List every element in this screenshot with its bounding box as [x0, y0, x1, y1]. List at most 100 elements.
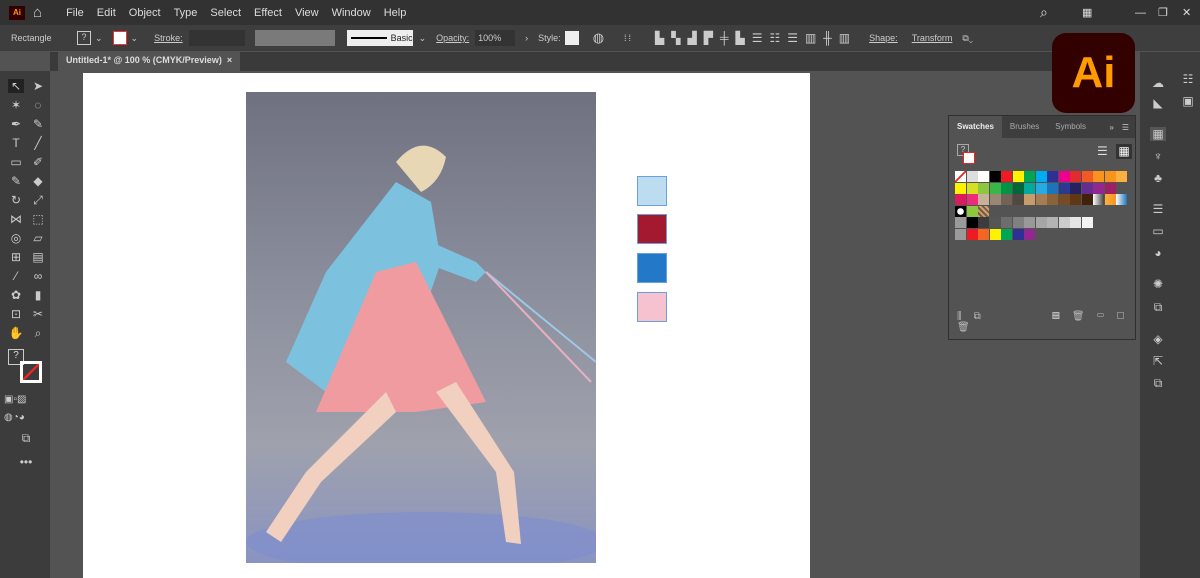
- swatch[interactable]: [1001, 217, 1012, 228]
- swatch[interactable]: [966, 217, 978, 228]
- swatch[interactable]: [1081, 182, 1093, 194]
- opacity-label[interactable]: Opacity:: [436, 33, 469, 43]
- appearance-panel-icon[interactable]: ✺: [1150, 277, 1166, 291]
- swatch[interactable]: [1093, 171, 1104, 182]
- swatch[interactable]: [1001, 228, 1012, 240]
- swatch[interactable]: [1081, 217, 1093, 228]
- slice-tool-icon[interactable]: ✂: [30, 307, 46, 321]
- swatch[interactable]: [978, 182, 989, 194]
- swatch[interactable]: [955, 205, 966, 217]
- blend-tool-icon[interactable]: ∞: [30, 269, 46, 283]
- swatch-rect-crimson[interactable]: [637, 214, 667, 244]
- panel-menu-icon[interactable]: ☰: [1122, 123, 1129, 132]
- swatch-rect-light-blue[interactable]: [637, 176, 667, 206]
- shape-builder-icon[interactable]: ◎: [8, 231, 24, 245]
- pen-tool-icon[interactable]: ✒: [8, 117, 24, 131]
- swatch[interactable]: [966, 205, 978, 217]
- scale-tool-icon[interactable]: ⤢: [30, 193, 46, 207]
- swatch[interactable]: [989, 217, 1001, 228]
- selection-tool-icon[interactable]: ↖: [8, 79, 24, 93]
- stroke-label[interactable]: Stroke:: [154, 33, 183, 43]
- swatch[interactable]: [1047, 217, 1058, 228]
- swatch[interactable]: [1035, 171, 1047, 182]
- asset-export-icon[interactable]: ⇱: [1150, 354, 1166, 368]
- swatch[interactable]: [989, 194, 1001, 205]
- swatch[interactable]: [1047, 171, 1058, 182]
- screen-mode-icon[interactable]: ⧉: [18, 431, 34, 445]
- menu-type[interactable]: Type: [174, 7, 198, 19]
- swatch[interactable]: [1093, 194, 1104, 205]
- menu-view[interactable]: View: [295, 7, 319, 19]
- swatch[interactable]: [1093, 182, 1104, 194]
- swatch[interactable]: [1070, 171, 1081, 182]
- swatch[interactable]: [1058, 171, 1070, 182]
- gradient-tool-icon[interactable]: ▤: [30, 250, 46, 264]
- swatch[interactable]: [1012, 194, 1024, 205]
- rotate-tool-icon[interactable]: ↻: [8, 193, 24, 207]
- swatch[interactable]: [955, 194, 966, 205]
- swatch[interactable]: [1012, 217, 1024, 228]
- brush-definition[interactable]: Basic: [346, 30, 413, 46]
- swatch[interactable]: [1081, 194, 1093, 205]
- symbol-sprayer-icon[interactable]: ✿: [8, 288, 24, 302]
- swatch[interactable]: [978, 205, 989, 217]
- mesh-tool-icon[interactable]: ⊞: [8, 250, 24, 264]
- more-tools-icon[interactable]: •••: [18, 455, 34, 469]
- search-icon[interactable]: ⌕: [1040, 4, 1048, 21]
- swatch[interactable]: [966, 171, 978, 182]
- swatch[interactable]: [1024, 182, 1035, 194]
- swatch[interactable]: [955, 182, 966, 194]
- menu-window[interactable]: Window: [332, 7, 371, 19]
- collapse-icon[interactable]: »: [1109, 123, 1113, 132]
- recolor-icon[interactable]: ◍: [593, 30, 604, 46]
- rectangle-tool-icon[interactable]: ▭: [8, 155, 24, 169]
- swatch[interactable]: [989, 228, 1001, 240]
- fill-dropdown-icon[interactable]: ⌄: [95, 33, 103, 44]
- artboard-tool-icon[interactable]: ⊡: [8, 307, 24, 321]
- eraser-icon[interactable]: ◆: [30, 174, 46, 188]
- swatch[interactable]: [1012, 182, 1024, 194]
- swatch[interactable]: [989, 182, 1001, 194]
- swatch[interactable]: [966, 182, 978, 194]
- swatch[interactable]: [1116, 171, 1127, 182]
- menu-effect[interactable]: Effect: [254, 7, 282, 19]
- menu-file[interactable]: File: [66, 7, 84, 19]
- document-tab[interactable]: Untitled-1* @ 100 % (CMYK/Preview) ×: [58, 52, 241, 71]
- swatch[interactable]: [1001, 194, 1012, 205]
- swatch[interactable]: [1070, 194, 1081, 205]
- stroke-panel-icon[interactable]: ☰: [1150, 202, 1166, 216]
- stroke-indicator[interactable]: [963, 152, 975, 164]
- tab-swatches[interactable]: Swatches: [949, 116, 1002, 138]
- swatch[interactable]: [1024, 217, 1035, 228]
- swatch-group-folder-icon[interactable]: [955, 228, 966, 240]
- swatch-rect-pink[interactable]: [637, 292, 667, 322]
- swatch[interactable]: [978, 171, 989, 182]
- stroke-swatch[interactable]: [112, 31, 127, 45]
- swatch[interactable]: [1047, 182, 1058, 194]
- fashion-photo[interactable]: [246, 92, 596, 563]
- swatch[interactable]: [1104, 182, 1116, 194]
- close-window-icon[interactable]: ✕: [1182, 6, 1191, 19]
- list-view-icon[interactable]: ☰: [1097, 144, 1113, 159]
- panel-footer-icons[interactable]: ⫼⧉ ▤🗑▭▢🗑: [957, 311, 1137, 333]
- shape-label[interactable]: Shape:: [869, 33, 898, 43]
- swatch[interactable]: [1047, 194, 1058, 205]
- grid-view-icon[interactable]: ▦: [1116, 144, 1132, 159]
- graph-tool-icon[interactable]: ▮: [30, 288, 46, 302]
- swatch[interactable]: [1012, 171, 1024, 182]
- graphic-styles-icon[interactable]: ⧉: [1150, 300, 1166, 314]
- libraries-icon[interactable]: ▣: [1180, 94, 1196, 108]
- width-tool-icon[interactable]: ⋈: [8, 212, 24, 226]
- gradient-panel-icon[interactable]: ▭: [1150, 224, 1166, 238]
- close-tab-icon[interactable]: ×: [227, 55, 232, 65]
- swatch[interactable]: [978, 228, 989, 240]
- fill-swatch[interactable]: ?: [77, 31, 91, 45]
- swatch[interactable]: [1024, 228, 1035, 240]
- swatch[interactable]: [966, 194, 978, 205]
- swatch[interactable]: [1104, 194, 1116, 205]
- magic-wand-icon[interactable]: ✶: [8, 98, 24, 112]
- swatch[interactable]: [1035, 217, 1047, 228]
- swatch[interactable]: [955, 171, 966, 182]
- menu-object[interactable]: Object: [129, 7, 161, 19]
- swatch[interactable]: [978, 217, 989, 228]
